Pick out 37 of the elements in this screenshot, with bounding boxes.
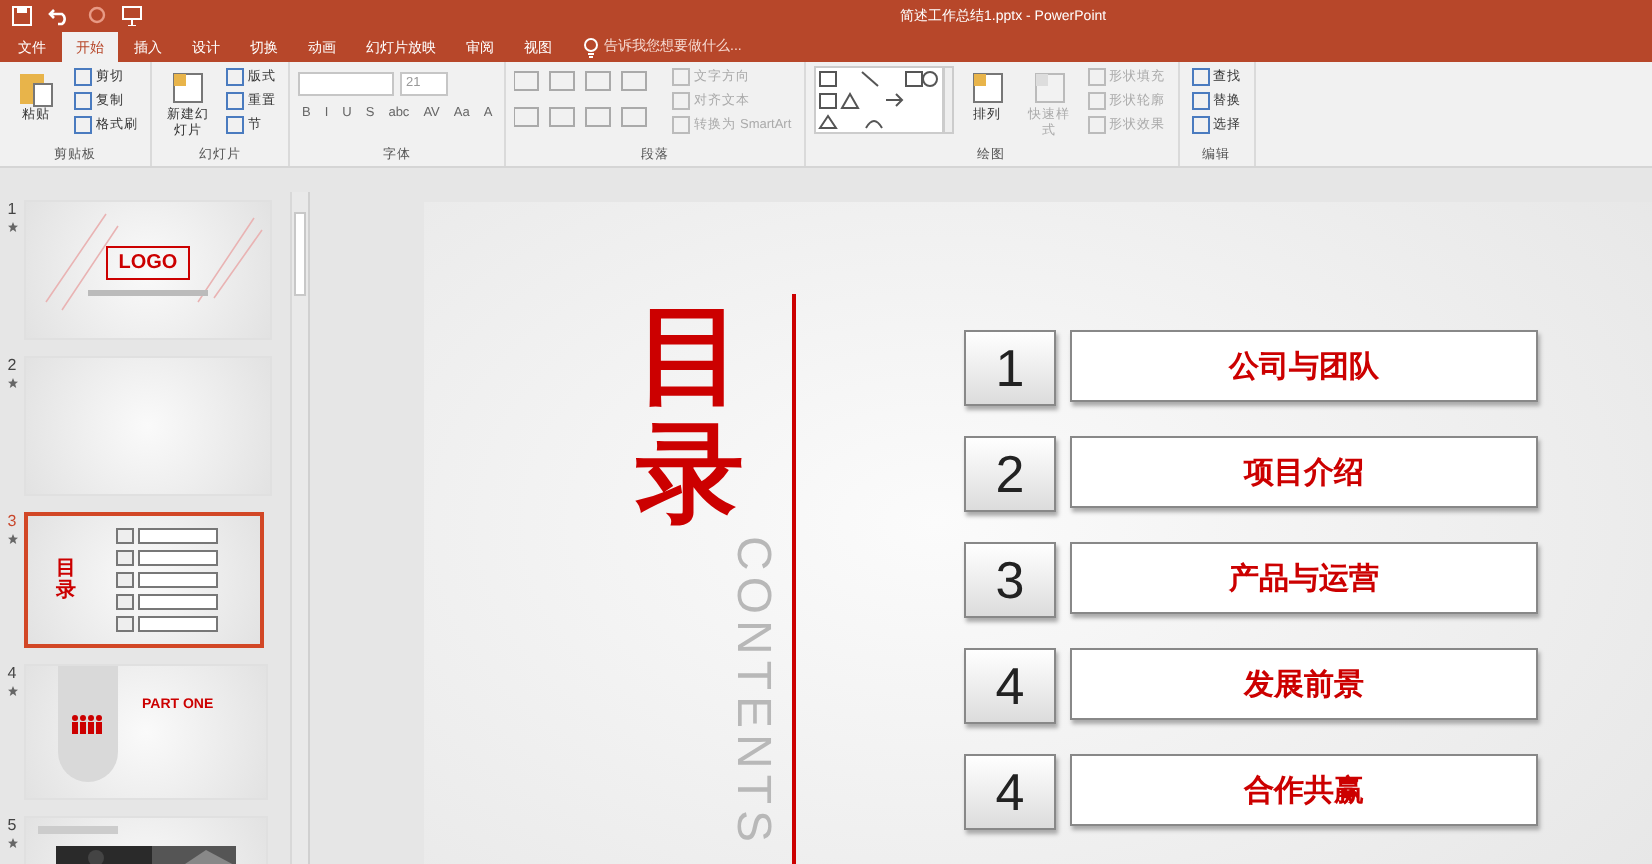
number-box: 1 xyxy=(964,330,1056,406)
shapes-gallery-icon[interactable] xyxy=(813,66,954,134)
document-icon xyxy=(1029,68,1070,108)
item-label: 项目介绍 xyxy=(1070,436,1538,508)
people-icon xyxy=(70,714,106,734)
number-box: 4 xyxy=(964,648,1056,724)
slide-number: 1 xyxy=(7,200,17,218)
header-bar xyxy=(38,826,118,834)
document-icon xyxy=(168,68,208,108)
clipboard-icon xyxy=(16,68,56,108)
slide-thumbnail[interactable]: LOGO xyxy=(24,200,272,340)
logo-text: LOGO xyxy=(106,245,190,279)
slide-thumbnail[interactable] xyxy=(24,356,272,496)
number-box: 3 xyxy=(964,542,1056,618)
slide-number: 2 xyxy=(7,356,17,374)
item-label: 发展前景 xyxy=(1070,648,1538,720)
number-box: 2 xyxy=(964,436,1056,512)
contents-text: CONTENTS xyxy=(724,535,780,848)
item-label: 产品与运营 xyxy=(1070,542,1538,614)
slide-title: 目录 xyxy=(636,298,744,536)
item-list-drawing xyxy=(116,528,218,632)
presentation-icon[interactable] xyxy=(122,5,142,25)
item-label: 公司与团队 xyxy=(1070,330,1538,402)
undo-icon[interactable] xyxy=(48,5,72,25)
thumbnail-title: 目录 xyxy=(56,558,76,602)
lightbulb-icon xyxy=(584,37,598,57)
slide-thumbnail[interactable]: 目录 xyxy=(24,512,264,648)
subtitle-line xyxy=(88,289,208,295)
number-box: 4 xyxy=(964,754,1056,830)
save-icon[interactable] xyxy=(12,5,32,25)
slide-number: 4 xyxy=(7,664,17,682)
scrollbar[interactable] xyxy=(290,192,308,864)
slide-number: 5 xyxy=(7,816,17,834)
item-label: 合作共赢 xyxy=(1070,754,1538,826)
slide-number: 3 xyxy=(7,512,17,530)
document-icon xyxy=(967,68,1008,108)
font-name-field[interactable] xyxy=(298,72,394,96)
